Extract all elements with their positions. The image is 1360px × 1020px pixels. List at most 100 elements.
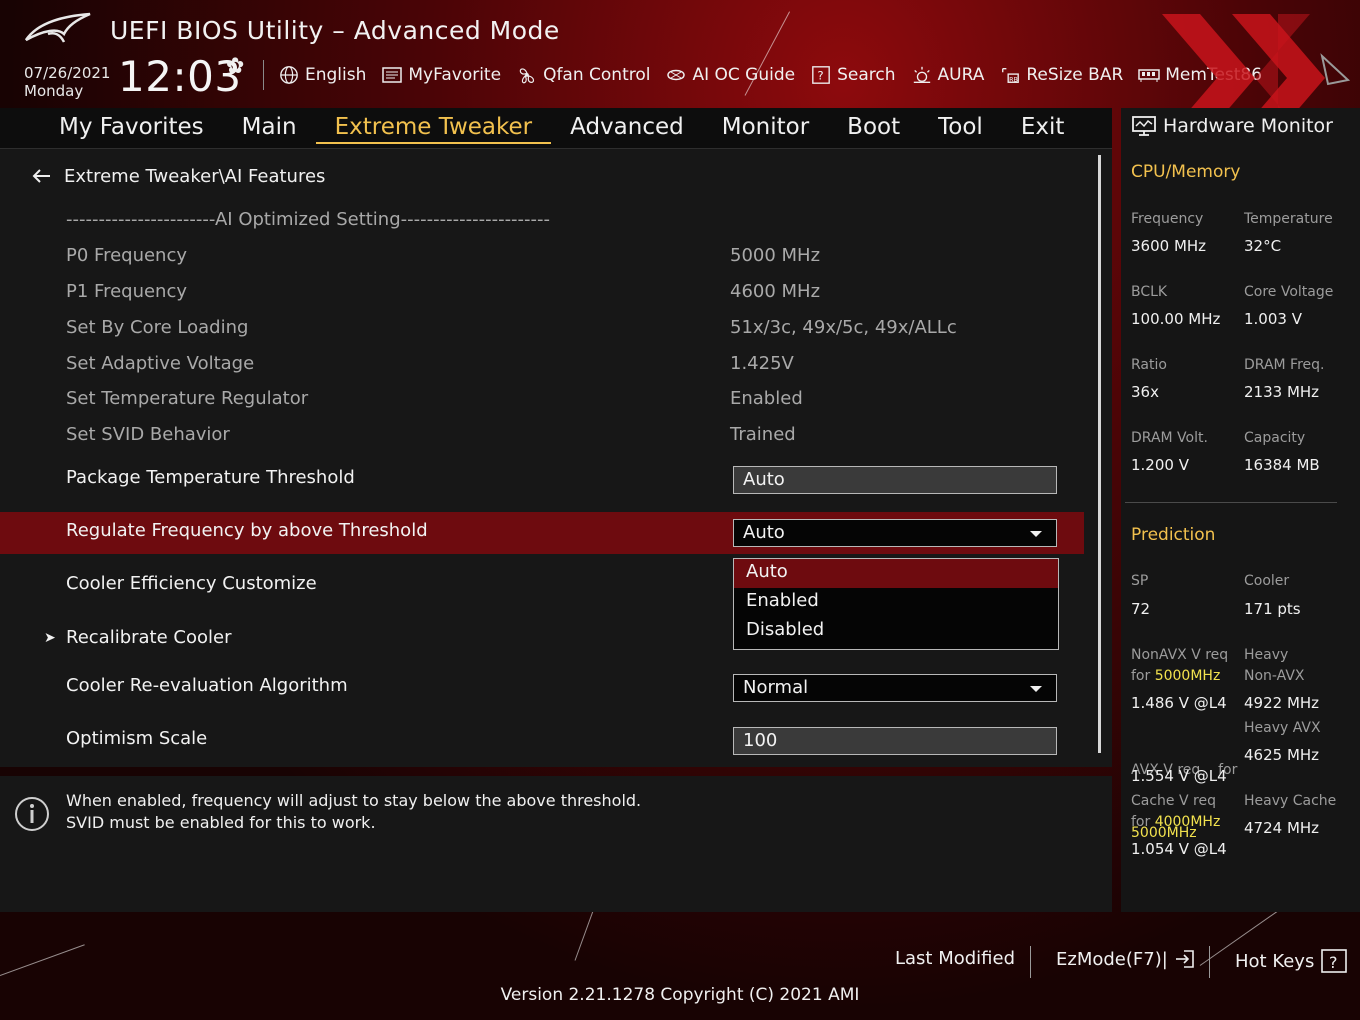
ratio-label: Ratio [1131, 357, 1167, 373]
last-modified-label: Last Modified [895, 948, 1016, 969]
bclk-value: 100.00 MHz [1131, 310, 1221, 328]
core-voltage-label: Core Voltage [1244, 284, 1334, 300]
package-temp-threshold-label: Package Temperature Threshold [66, 467, 355, 488]
clock-settings-gear-icon[interactable]: ✿ [226, 54, 244, 79]
cooler-reevaluation-value: Normal [743, 677, 809, 698]
back-arrow-icon[interactable] [30, 165, 52, 187]
nonavx-for-text: for [1131, 668, 1155, 684]
date-value: 07/26/2021 [24, 64, 111, 82]
last-modified-button[interactable]: Last Modified [895, 948, 1015, 969]
prediction-section: Prediction [1131, 525, 1216, 545]
optimism-scale-label: Optimism Scale [66, 728, 208, 749]
cooler-label: Cooler [1244, 573, 1290, 589]
tab-main[interactable]: Main [223, 112, 316, 146]
tab-extreme-tweaker[interactable]: Extreme Tweaker [315, 112, 552, 144]
svg-text:RB: RB [1009, 76, 1018, 83]
ai-oc-guide-label: AI OC Guide [692, 65, 796, 85]
package-temp-threshold-input[interactable]: Auto [733, 466, 1057, 494]
heavy-nonavx-label: Heavy Non-AVX [1244, 645, 1305, 687]
cpu-memory-section: CPU/Memory [1131, 162, 1241, 182]
breadcrumb-path: Extreme Tweaker\AI Features [64, 165, 326, 187]
ezmode-button[interactable]: EzMode(F7)| [1056, 948, 1196, 970]
settings-scrollbar[interactable] [1098, 155, 1101, 753]
dram-freq-label: DRAM Freq. [1244, 357, 1325, 373]
help-question-icon: ? [1321, 949, 1348, 973]
language-button[interactable]: English [278, 65, 366, 85]
heavy-avx-value: 4625 MHz [1244, 746, 1320, 764]
section-header: -----------------------AI Optimized Sett… [66, 209, 551, 230]
p0-frequency-label: P0 Frequency [66, 245, 188, 266]
cooler-reevaluation-select[interactable]: Normal [733, 674, 1057, 702]
qfan-control-button[interactable]: Qfan Control [516, 65, 650, 85]
p1-frequency-label: P1 Frequency [66, 281, 188, 302]
exit-arrow-icon [1175, 950, 1194, 968]
recalibrate-cooler-item[interactable]: Recalibrate Cooler [66, 627, 231, 648]
cache-req-label: Cache V req for 4000MHz [1131, 791, 1220, 833]
aura-button[interactable]: AURA [911, 65, 985, 85]
tab-exit[interactable]: Exit [1002, 112, 1084, 146]
day-value: Monday [24, 82, 84, 100]
chevron-down-icon [1030, 531, 1042, 537]
frequency-label: Frequency [1131, 211, 1204, 227]
hotkeys-button[interactable]: Hot Keys ? [1235, 948, 1348, 974]
cache-req-line2: for 4000MHz [1131, 812, 1220, 833]
clock: 12:03 [118, 52, 242, 101]
myfavorite-button[interactable]: MyFavorite [381, 65, 501, 85]
fan-icon [519, 68, 535, 84]
ai-chip-icon [667, 69, 686, 81]
ai-oc-guide-button[interactable]: AI OC Guide [665, 65, 795, 85]
help-text: When enabled, frequency will adjust to s… [66, 790, 641, 834]
ezmode-label: EzMode(F7)| [1056, 948, 1168, 970]
regulate-frequency-selected-value: Auto [743, 522, 785, 543]
cache-req-line1: Cache V req [1131, 793, 1216, 809]
heavy-nonavx-line2: Non-AVX [1244, 668, 1305, 684]
ratio-value: 36x [1131, 383, 1159, 401]
core-loading-label: Set By Core Loading [66, 317, 249, 338]
temperature-label: Temperature [1244, 211, 1333, 227]
tab-monitor[interactable]: Monitor [703, 112, 828, 146]
favorite-list-icon [382, 67, 403, 83]
svg-text:?: ? [1329, 953, 1338, 972]
hardware-monitor-label: Hardware Monitor [1163, 115, 1333, 137]
hotkeys-label: Hot Keys [1235, 950, 1315, 972]
optimism-scale-input[interactable]: 100 [733, 727, 1057, 755]
cooler-value: 171 pts [1244, 600, 1301, 618]
header-separator [263, 60, 264, 90]
cache-for-text: for [1131, 814, 1155, 830]
globe-icon [280, 66, 298, 84]
cache-voltage-value: 1.054 V @L4 [1131, 840, 1227, 858]
memory-icon [1138, 69, 1161, 82]
footer-separator [1209, 946, 1210, 978]
temperature-regulator-value: Enabled [730, 388, 803, 409]
monitor-icon [1132, 116, 1156, 136]
tab-tool[interactable]: Tool [919, 112, 1002, 146]
cooler-efficiency-label[interactable]: Cooler Efficiency Customize [66, 573, 317, 594]
p1-frequency-value: 4600 MHz [730, 281, 821, 302]
resize-bar-label: ReSize BAR [1026, 65, 1124, 85]
tab-bar: My Favorites Main Extreme Tweaker Advanc… [40, 112, 1083, 146]
cooler-reevaluation-label: Cooler Re-evaluation Algorithm [66, 675, 348, 696]
svg-text:?: ? [817, 69, 823, 83]
resize-bar-button[interactable]: RB ReSize BAR [999, 65, 1123, 85]
aura-label: AURA [937, 65, 985, 85]
regulate-frequency-select[interactable]: Auto [733, 519, 1057, 547]
help-line-2: SVID must be enabled for this to work. [66, 813, 376, 832]
adaptive-voltage-label: Set Adaptive Voltage [66, 353, 255, 374]
language-label: English [305, 65, 367, 85]
dropdown-option-enabled[interactable]: Enabled [734, 588, 1058, 617]
search-button[interactable]: ? Search [810, 65, 896, 85]
tab-advanced[interactable]: Advanced [551, 112, 703, 146]
date-display: 07/26/2021 Monday [24, 64, 110, 100]
dropdown-option-auto[interactable]: Auto [734, 559, 1058, 588]
rog-logo-icon [24, 12, 91, 43]
tab-my-favorites[interactable]: My Favorites [40, 112, 223, 146]
heavy-cache-value: 4724 MHz [1244, 819, 1320, 837]
toolbar: English MyFavorite Qfan Control AI OC Gu… [278, 62, 1262, 88]
help-line-1: When enabled, frequency will adjust to s… [66, 791, 642, 810]
svid-behavior-value: Trained [730, 424, 796, 445]
dropdown-option-disabled[interactable]: Disabled [734, 617, 1058, 646]
heavy-nonavx-value: 4922 MHz [1244, 694, 1320, 712]
dram-volt-value: 1.200 V [1131, 456, 1189, 474]
capacity-label: Capacity [1244, 430, 1306, 446]
tab-boot[interactable]: Boot [828, 112, 919, 146]
